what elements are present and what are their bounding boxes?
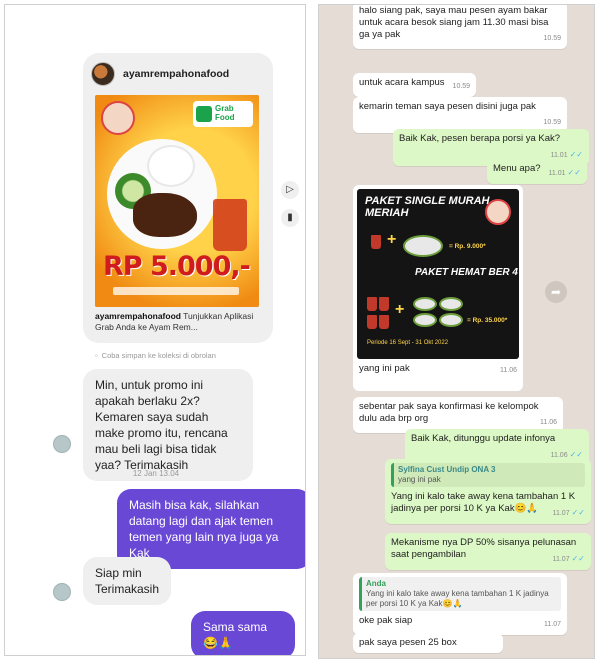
message-text: Sama sama 😂🙏: [203, 620, 268, 650]
promo-period: Periode 16 Sept - 31 Okt 2022: [367, 340, 449, 346]
instagram-chat-panel: ayamrempahonafood Grab Food RP 5.000,- a…: [4, 4, 306, 656]
food-plate: [439, 313, 463, 327]
message-bubble-incoming[interactable]: sebentar pak saya konfirmasi ke kelompok…: [353, 397, 563, 433]
food-plate: [403, 235, 443, 257]
price-banner: RP 5.000,-: [103, 251, 251, 287]
quoted-text: yang ini pak: [398, 475, 441, 484]
quoted-text: Yang ini kalo take away kena tambahan 1 …: [366, 589, 549, 608]
drink-glass: [367, 315, 377, 329]
message-time: 10.59: [543, 119, 561, 126]
message-bubble-incoming[interactable]: Siap min Terimakasih: [83, 557, 171, 605]
promo-price-hemat: = Rp. 35.000*: [467, 317, 508, 324]
post-username[interactable]: ayamrempahonafood: [123, 68, 229, 80]
drink-glass: [367, 297, 377, 311]
post-image[interactable]: Grab Food RP 5.000,-: [95, 95, 259, 307]
promo-image-message[interactable]: PAKET SINGLE MURAH MERIAH + = Rp. 9.000*…: [353, 185, 523, 391]
food-plate: [439, 297, 463, 311]
grabfood-badge: Grab Food: [193, 101, 253, 127]
message-text: sebentar pak saya konfirmasi ke kelompok…: [359, 401, 539, 424]
message-text: pak saya pesen 25 box: [359, 637, 457, 648]
drink-glass: [379, 315, 389, 329]
message-bubble-incoming[interactable]: Min, untuk promo ini apakah berlaku 2x? …: [83, 369, 253, 481]
message-bubble-incoming[interactable]: pak saya pesen 25 box: [353, 633, 503, 653]
message-bubble-outgoing[interactable]: Mekanisme nya DP 50% sisanya pelunasan s…: [385, 533, 591, 570]
read-ticks-icon: ✓✓: [571, 554, 585, 563]
quoted-author: Anda: [366, 579, 386, 588]
message-text: Baik Kak, ditunggu update infonya: [411, 433, 556, 444]
post-author-avatar: [91, 62, 115, 86]
message-text: untuk acara kampus: [359, 77, 445, 88]
message-text: kemarin teman saya pesen disini juga pak: [359, 101, 536, 112]
message-text: Mekanisme nya DP 50% sisanya pelunasan s…: [391, 537, 577, 560]
message-bubble-outgoing[interactable]: Sama sama 😂🙏: [191, 611, 295, 655]
read-ticks-icon: ✓✓: [567, 168, 581, 177]
message-time: 11.01 ✓✓: [548, 168, 581, 177]
save-to-collection-hint[interactable]: ▫ Coba simpan ke koleksi di obrolan: [95, 351, 216, 360]
rice-image: [147, 145, 195, 187]
ona-food-logo: [485, 199, 511, 225]
food-plate: [413, 297, 437, 311]
message-bubble-outgoing[interactable]: Menu apa? 11.01 ✓✓: [487, 159, 587, 184]
message-text: Min, untuk promo ini apakah berlaku 2x? …: [95, 378, 228, 472]
quoted-author: Sylfina Cust Undip ONA 3: [398, 465, 496, 474]
reply-message-bubble[interactable]: Anda Yang ini kalo take away kena tambah…: [353, 573, 567, 635]
grabfood-label: Grab Food: [215, 104, 235, 122]
customer-avatar[interactable]: [53, 435, 71, 453]
message-timestamp: 12 Jan 13.04: [132, 469, 180, 478]
drink-glass: [371, 235, 381, 249]
grabfood-icon: [196, 106, 212, 122]
quoted-message[interactable]: Anda Yang ini kalo take away kena tambah…: [359, 577, 561, 611]
promo-title-hemat: PAKET HEMAT BER 4: [415, 267, 518, 278]
message-time: 10.59: [452, 83, 471, 90]
bookmark-icon[interactable]: ▮: [281, 209, 299, 227]
message-text: Siap min Terimakasih: [95, 566, 160, 596]
message-bubble-incoming[interactable]: halo siang pak, saya mau pesen ayam baka…: [353, 5, 567, 49]
whatsapp-chat-panel: halo siang pak, saya mau pesen ayam baka…: [318, 4, 595, 659]
message-time: 11.07: [544, 621, 561, 628]
message-time: 11.07 ✓✓: [552, 554, 585, 563]
promo-price: RP 5.000,-: [103, 251, 251, 282]
message-text: Yang ini kalo take away kena tambahan 1 …: [391, 491, 576, 514]
read-ticks-icon: ✓✓: [569, 150, 583, 159]
message-text: Menu apa?: [493, 163, 541, 174]
caption-username[interactable]: ayamrempahonafood: [95, 311, 181, 321]
shared-post-card[interactable]: ayamrempahonafood Grab Food RP 5.000,- a…: [83, 53, 273, 343]
ona-food-logo: [101, 101, 135, 135]
message-bubble-incoming[interactable]: untuk acara kampus 10.59: [353, 73, 477, 97]
forward-icon[interactable]: ➦: [545, 281, 567, 303]
promo-caption: yang ini pak 11.06: [357, 359, 519, 374]
message-text: halo siang pak, saya mau pesen ayam baka…: [359, 5, 549, 40]
read-ticks-icon: ✓✓: [569, 450, 583, 459]
reply-message-bubble[interactable]: Sylfina Cust Undip ONA 3 yang ini pak Ya…: [385, 459, 591, 524]
promo-price-single: = Rp. 9.000*: [449, 243, 486, 250]
message-text: yang ini pak: [359, 363, 410, 374]
post-caption: ayamrempahonafood Tunjukkan Aplikasi Gra…: [95, 311, 267, 333]
message-time: 11.07 ✓✓: [552, 508, 585, 517]
message-text: Baik Kak, pesen berapa porsi ya Kak?: [399, 133, 561, 144]
promo-image[interactable]: PAKET SINGLE MURAH MERIAH + = Rp. 9.000*…: [357, 189, 519, 359]
message-time: 11.06: [500, 367, 517, 374]
plus-icon: +: [387, 231, 397, 248]
share-icon[interactable]: ▷: [281, 181, 299, 199]
drink-glass: [379, 297, 389, 311]
customer-avatar[interactable]: [53, 583, 71, 601]
plus-icon: +: [395, 301, 405, 318]
message-bubble-incoming[interactable]: kemarin teman saya pesen disini juga pak…: [353, 97, 567, 133]
read-ticks-icon: ✓✓: [571, 508, 585, 517]
iced-tea-image: [213, 199, 247, 251]
post-header: ayamrempahonafood: [91, 61, 229, 87]
promo-band: [113, 287, 239, 295]
message-time: 10.59: [543, 35, 561, 42]
message-text: oke pak siap: [359, 615, 413, 626]
quoted-message[interactable]: Sylfina Cust Undip ONA 3 yang ini pak: [391, 463, 585, 487]
message-time: 11.06: [540, 419, 557, 426]
save-hint-text: Coba simpan ke koleksi di obrolan: [101, 351, 216, 360]
message-text: Masih bisa kak, silahkan datang lagi dan…: [129, 498, 279, 560]
post-actions: ▷ ▮: [281, 181, 299, 227]
food-plate: [413, 313, 437, 327]
grilled-chicken-image: [133, 193, 197, 237]
bookmark-small-icon: ▫: [95, 351, 98, 360]
